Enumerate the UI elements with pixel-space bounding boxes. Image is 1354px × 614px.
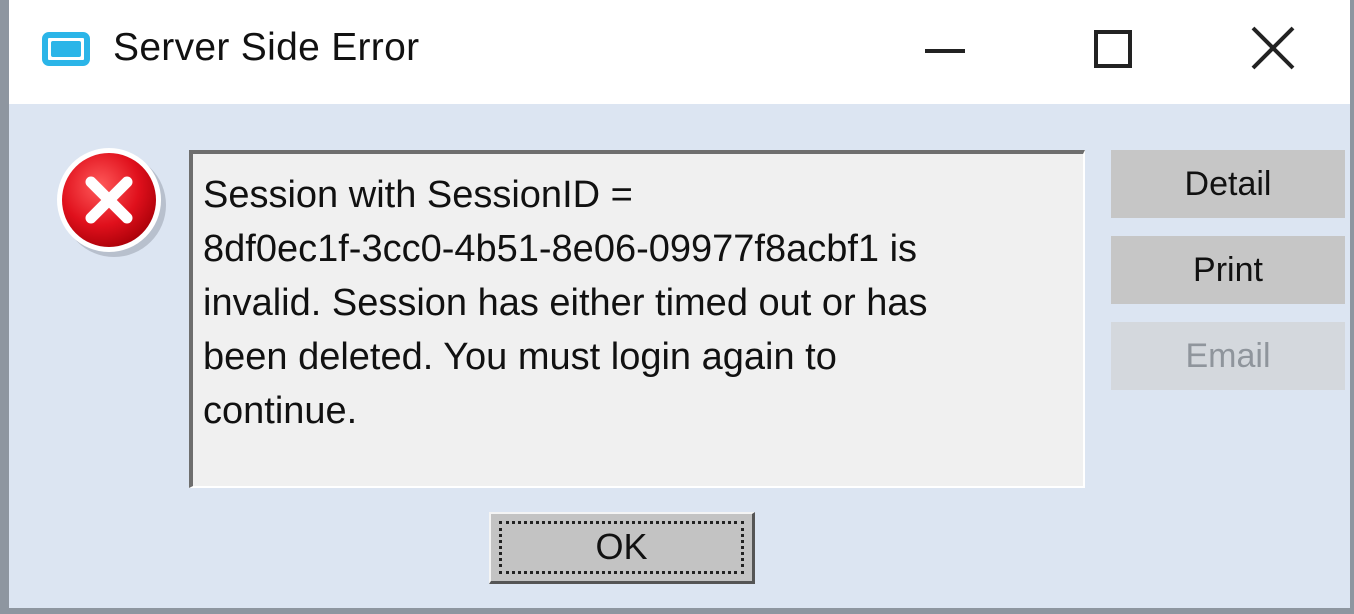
ok-button-label: OK xyxy=(595,526,648,567)
maximize-button[interactable] xyxy=(1044,0,1164,104)
message-line: Session with SessionID = xyxy=(203,174,633,216)
print-button[interactable]: Print xyxy=(1111,236,1345,304)
detail-button[interactable]: Detail xyxy=(1111,150,1345,218)
ok-button[interactable]: OK xyxy=(489,512,755,584)
app-window-icon xyxy=(42,32,90,66)
message-line: invalid. Session has either timed out or… xyxy=(203,282,928,324)
message-line: 8df0ec1f-3cc0-4b51-8e06-09977f8acbf1 is xyxy=(203,228,918,270)
window-title: Server Side Error xyxy=(113,26,420,69)
minimize-icon xyxy=(925,49,965,53)
message-line: continue. xyxy=(203,390,358,432)
message-line: been deleted. You must login again to xyxy=(203,336,837,378)
error-dialog-window: Server Side Error Session with SessionID… xyxy=(0,0,1354,614)
maximize-icon xyxy=(1094,30,1132,68)
error-message-box: Session with SessionID = 8df0ec1f-3cc0-4… xyxy=(189,150,1085,488)
minimize-button[interactable] xyxy=(879,0,999,104)
title-bar[interactable]: Server Side Error xyxy=(9,0,1350,104)
email-button: Email xyxy=(1111,322,1345,390)
close-button[interactable] xyxy=(1209,0,1329,104)
error-icon xyxy=(57,148,166,257)
close-icon xyxy=(1251,26,1295,70)
